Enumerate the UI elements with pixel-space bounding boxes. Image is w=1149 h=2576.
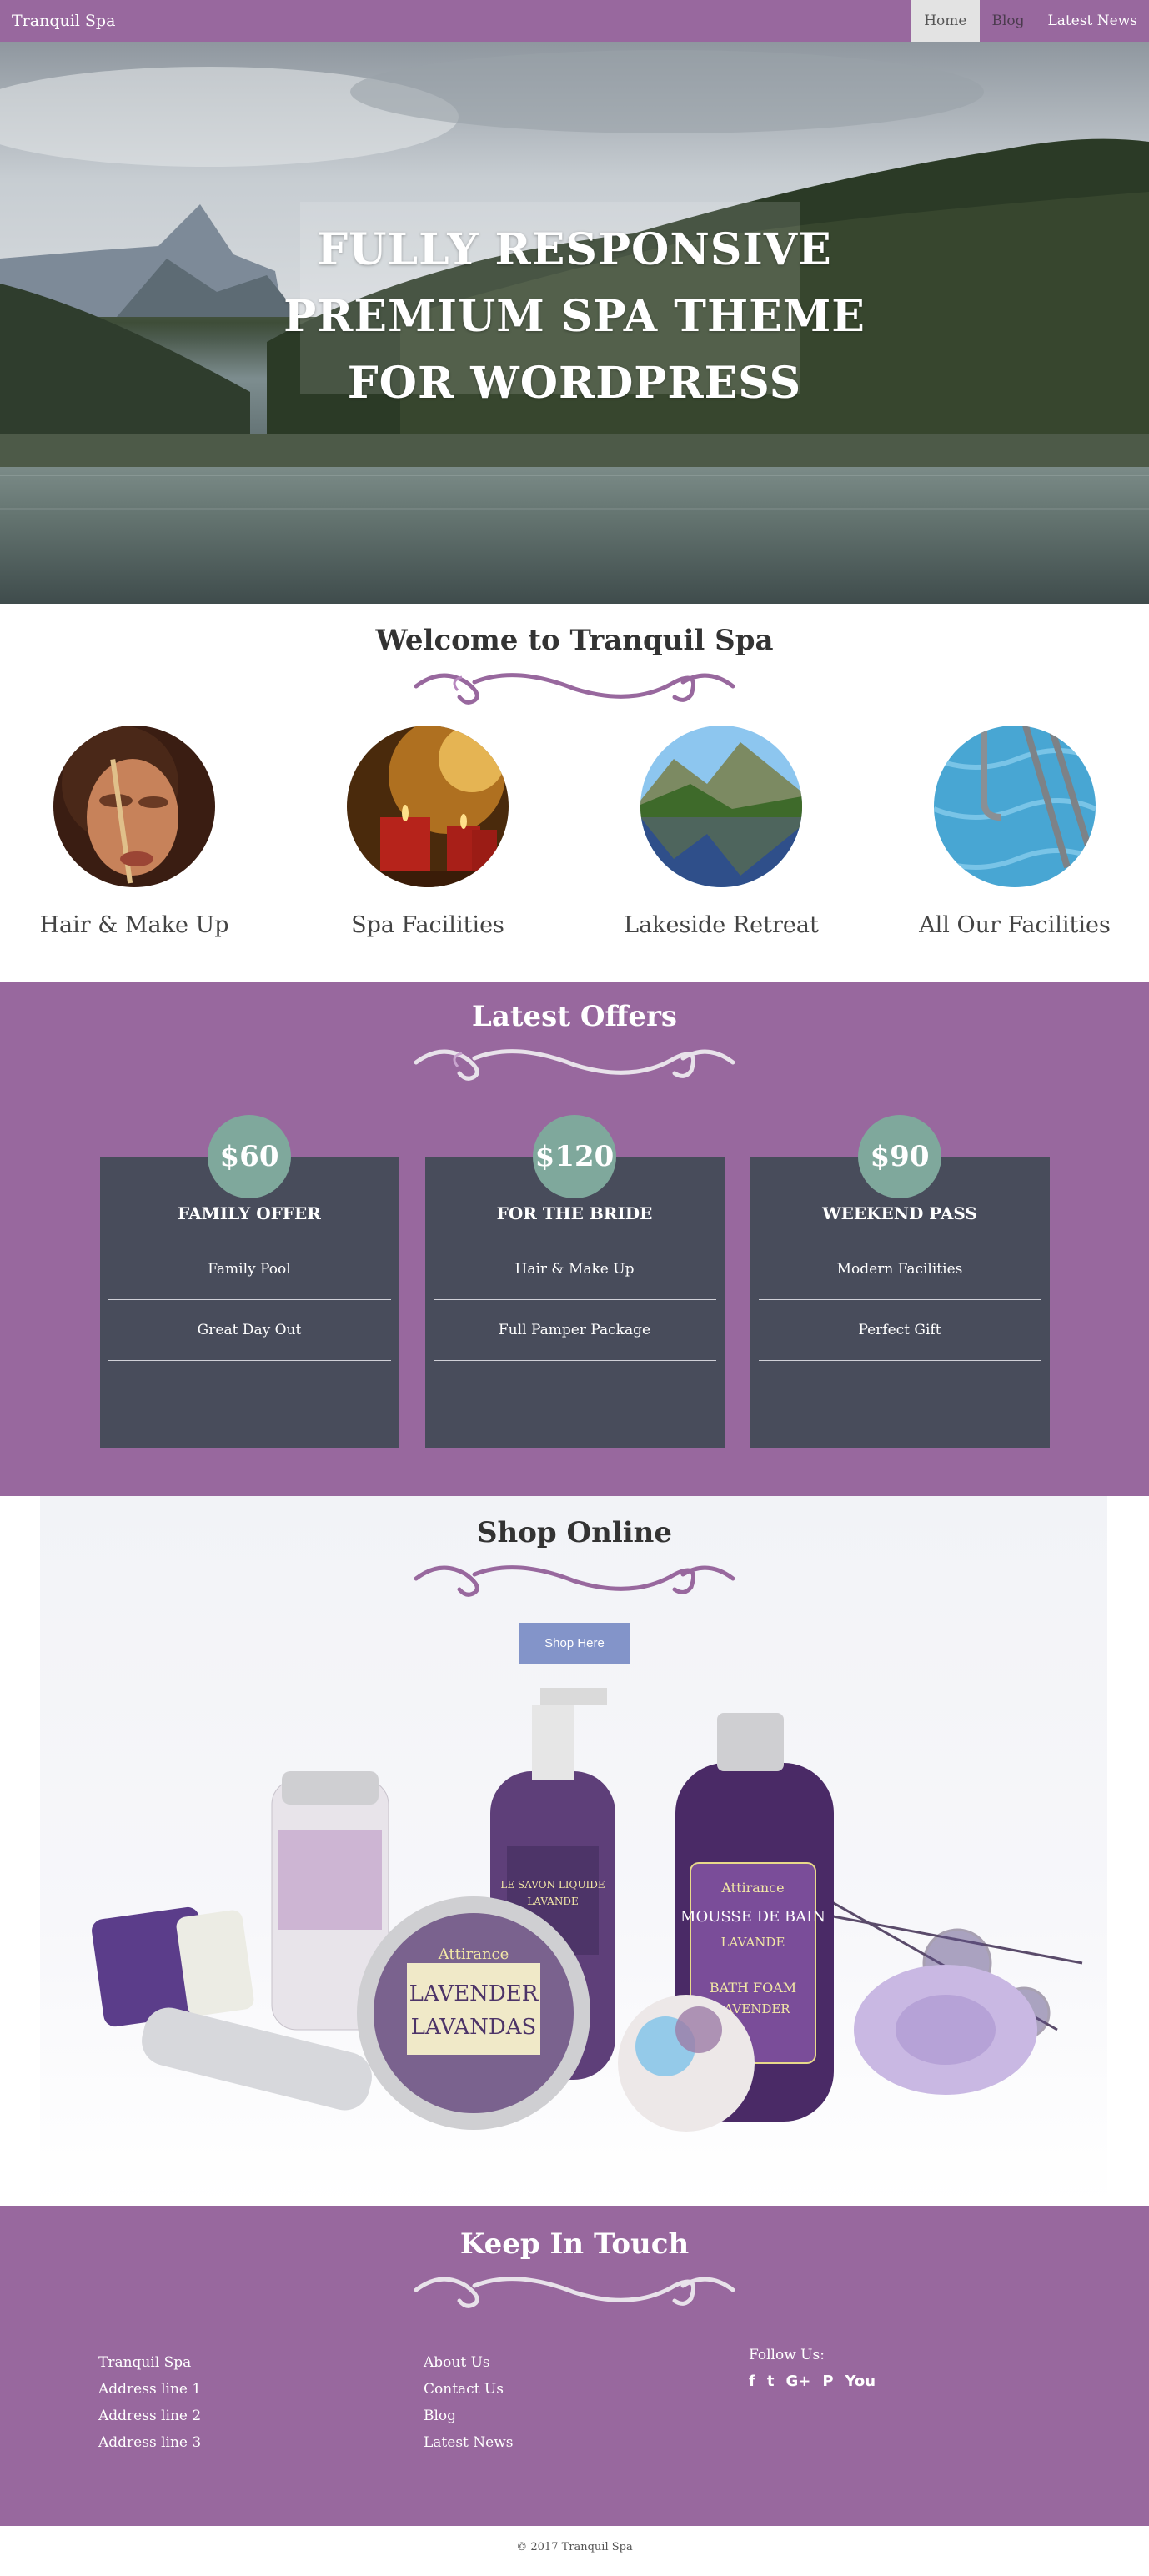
footer-link-blog[interactable]: Blog (424, 2403, 749, 2429)
footer-links-column: About Us Contact Us Blog Latest News (424, 2349, 749, 2456)
pinterest-icon[interactable]: P (822, 2373, 833, 2390)
pump-bottle-text-2: LAVANDE (527, 1896, 578, 1907)
pump-bottle-text-1: LE SAVON LIQUIDE (500, 1879, 605, 1891)
youtube-icon[interactable]: You (845, 2373, 876, 2390)
address-column: Tranquil Spa Address line 1 Address line… (98, 2349, 424, 2456)
bottle-text-1: MOUSSE DE BAIN (680, 1908, 825, 1926)
offer-card-bride[interactable]: $120 FOR THE BRIDE Hair & Make Up Full P… (424, 1115, 725, 1448)
contact-section: Keep In Touch Tranquil Spa Address line … (0, 2206, 1149, 2526)
tin-brand-text: Attirance (438, 1946, 509, 1963)
feature-image-lake[interactable] (640, 726, 802, 887)
address-line: Address line 2 (98, 2408, 202, 2424)
hero-line-2: PREMIUM SPA THEME (283, 291, 866, 342)
offers-section: Latest Offers $60 FAMILY OFFER Family Po… (0, 982, 1149, 1496)
navbar: Tranquil Spa Home Blog Latest News (0, 0, 1149, 42)
google-plus-icon[interactable]: G+ (785, 2373, 810, 2390)
tin-text-2: LAVANDAS (411, 2015, 537, 2040)
feature-all-facilities[interactable]: All Our Facilities (919, 726, 1111, 938)
hero-headline: FULLY RESPONSIVE PREMIUM SPA THEME FOR W… (0, 217, 1149, 417)
footer-link-contact[interactable]: Contact Us (424, 2376, 749, 2403)
offer-item: Family Pool (108, 1239, 391, 1300)
footer-columns: Tranquil Spa Address line 1 Address line… (0, 2347, 1149, 2456)
shop-here-button[interactable]: Shop Here (519, 1623, 630, 1664)
nav-menu: Home Blog Latest News (911, 0, 1149, 42)
swirl-divider-icon (414, 1565, 735, 1597)
address-line: Address line 1 (98, 2381, 202, 2398)
offers-title: Latest Offers (471, 1000, 678, 1033)
welcome-section: Welcome to Tranquil Spa Hair & Make Up S… (0, 604, 1149, 982)
footer-link-latest-news[interactable]: Latest News (424, 2429, 749, 2456)
feature-label: Hair & Make Up (39, 912, 229, 938)
offer-item: Great Day Out (108, 1300, 391, 1361)
lavender-products-image: LE SAVON LIQUIDE LAVANDE Attirance MOUSS… (92, 1688, 1083, 2132)
feature-hair-makeup[interactable]: Hair & Make Up (39, 726, 229, 938)
facebook-icon[interactable]: f (749, 2373, 755, 2390)
feature-image-candles[interactable] (347, 726, 509, 887)
swirl-divider-icon (414, 2277, 735, 2308)
nav-home-link[interactable]: Home (911, 0, 981, 42)
twitter-icon[interactable]: t (767, 2373, 775, 2390)
offer-title: FOR THE BRIDE (496, 1203, 653, 1223)
address-line: Address line 3 (98, 2434, 202, 2451)
offer-item: Full Pamper Package (433, 1300, 716, 1361)
bottle-text-3: BATH FOAM (710, 1980, 796, 1996)
swirl-divider-icon (414, 673, 735, 705)
nav-latest-news-link[interactable]: Latest News (1036, 0, 1149, 42)
offer-cards: $60 FAMILY OFFER Family Pool Great Day O… (0, 1115, 1149, 1448)
welcome-title: Welcome to Tranquil Spa (375, 624, 774, 657)
price-badge: $90 (858, 1115, 941, 1198)
feature-label: Spa Facilities (351, 912, 504, 938)
follow-column: Follow Us: f t G+ P You (749, 2347, 1074, 2456)
tin-text-1: LAVENDER (409, 1981, 539, 2006)
features-row: Hair & Make Up Spa Facilities Lakeside R… (0, 707, 1149, 938)
offer-item: Hair & Make Up (433, 1239, 716, 1300)
touch-title: Keep In Touch (459, 2227, 690, 2261)
price-badge: $120 (533, 1115, 616, 1198)
address-line: Tranquil Spa (98, 2354, 192, 2371)
offer-title: FAMILY OFFER (178, 1203, 321, 1223)
feature-label: All Our Facilities (919, 912, 1111, 938)
footer-link-about[interactable]: About Us (424, 2349, 749, 2376)
bottle-brand-text: Attirance (720, 1880, 784, 1896)
shop-section: LE SAVON LIQUIDE LAVANDE Attirance MOUSS… (0, 1496, 1149, 2206)
copyright: © 2017 Tranquil Spa (516, 2540, 633, 2553)
feature-label: Lakeside Retreat (624, 912, 819, 938)
bottle-text-2: LAVANDE (721, 1935, 785, 1950)
hero-banner: FULLY RESPONSIVE PREMIUM SPA THEME FOR W… (0, 42, 1149, 604)
offer-item: Modern Facilities (758, 1239, 1041, 1300)
hero-line-3: FOR WORDPRESS (347, 358, 802, 409)
brand-link[interactable]: Tranquil Spa (12, 12, 115, 30)
hero-line-1: FULLY RESPONSIVE (317, 224, 832, 275)
swirl-divider-icon (414, 1049, 735, 1081)
price-badge: $60 (208, 1115, 291, 1198)
nav-blog-link[interactable]: Blog (980, 0, 1036, 42)
offer-item: Perfect Gift (758, 1300, 1041, 1361)
social-icons: f t G+ P You (749, 2373, 1074, 2390)
offer-card-family[interactable]: $60 FAMILY OFFER Family Pool Great Day O… (99, 1115, 399, 1448)
offer-title: WEEKEND PASS (822, 1203, 977, 1223)
feature-image-pool[interactable] (934, 726, 1096, 887)
feature-spa-facilities[interactable]: Spa Facilities (347, 726, 509, 938)
feature-image-makeup[interactable] (53, 726, 215, 887)
shop-title: Shop Online (476, 1516, 673, 1549)
feature-lakeside-retreat[interactable]: Lakeside Retreat (624, 726, 819, 938)
offer-card-weekend[interactable]: $90 WEEKEND PASS Modern Facilities Perfe… (750, 1115, 1050, 1448)
follow-title: Follow Us: (749, 2347, 825, 2363)
